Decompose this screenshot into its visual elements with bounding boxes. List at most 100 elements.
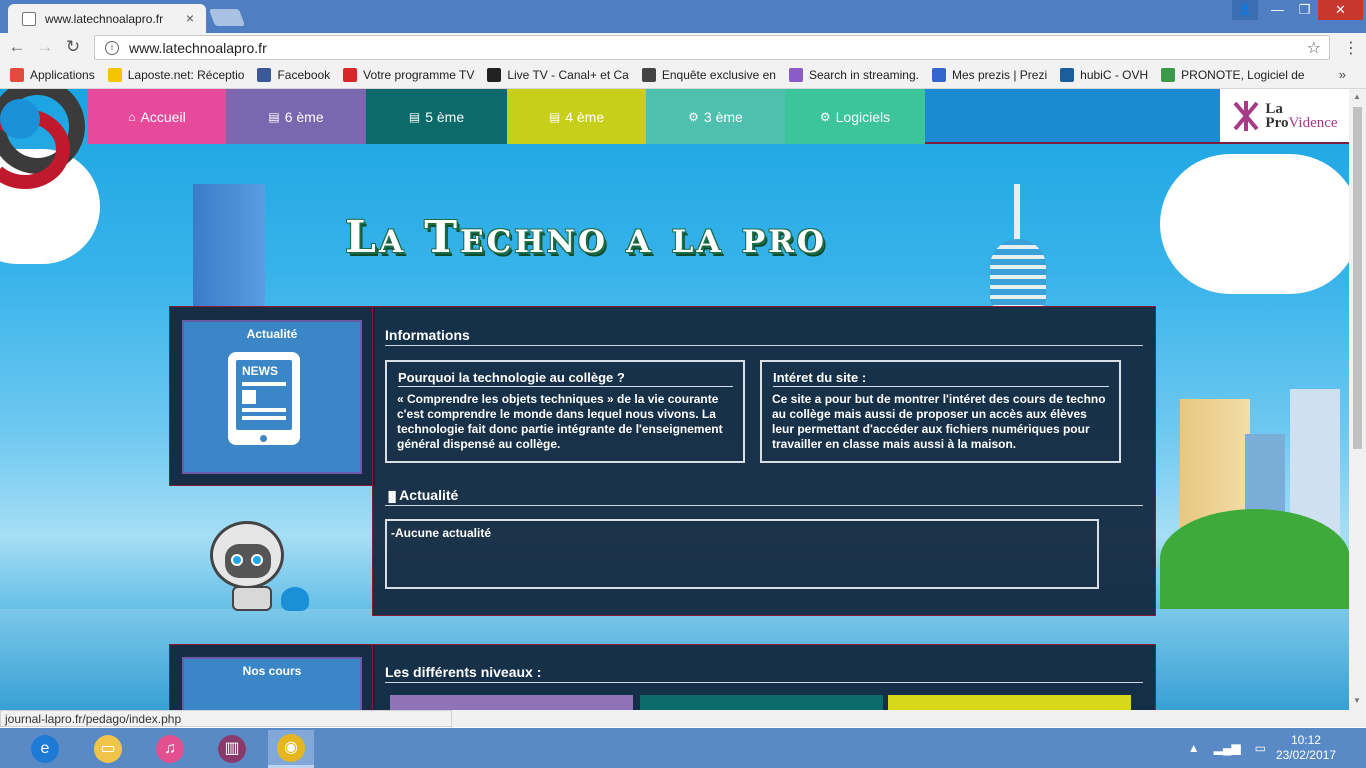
sidebar-panel-cours: Nos cours <box>169 644 375 710</box>
la-providence-logo[interactable]: La ProVidence <box>1220 89 1349 144</box>
bookmark-favicon-icon <box>10 68 24 82</box>
itunes-icon: ♫ <box>156 735 184 763</box>
site-nav-item[interactable]: ▤ 4 ème <box>507 89 646 144</box>
gears-icon: ⚙ <box>688 109 699 124</box>
actualite-content: -Aucune actualité <box>385 519 1099 589</box>
providence-cross-icon <box>1231 99 1261 133</box>
bookmark-favicon-icon <box>1161 68 1176 82</box>
network-icon[interactable]: ▂▄▆ <box>1214 741 1241 755</box>
internet-explorer-icon: e <box>31 735 59 763</box>
page-viewport: ⌂ Accueil ▤ 6 ème ▤ 5 ème ▤ 4 ème ⚙ 3 ème ⚙ Logicie… <box>0 89 1349 710</box>
show-hidden-icons-icon[interactable]: ▲ <box>1188 741 1200 755</box>
taskbar-winrar-button[interactable]: ▥ <box>209 730 255 768</box>
clock-date: 23/02/2017 <box>1275 748 1336 762</box>
book-icon: ▤ <box>548 109 561 124</box>
site-nav: ⌂ Accueil ▤ 6 ème ▤ 5 ème ▤ 4 ème ⚙ 3 ème ⚙ Logicie… <box>88 89 1349 144</box>
scrollbar-thumb[interactable] <box>1353 107 1362 449</box>
bookmark-item[interactable]: Facebook <box>257 68 330 82</box>
news-tablet-icon: NEWS <box>228 352 300 445</box>
actualite-text: -Aucune actualité <box>391 526 492 540</box>
taskbar-file-explorer-button[interactable]: ▭ <box>85 730 131 768</box>
robot-waving-hand-icon <box>281 587 309 611</box>
site-nav-label: 3 ème <box>703 108 743 125</box>
bookmark-item[interactable]: Laposte.net: Réceptio <box>107 68 245 82</box>
clock[interactable]: 10:12 23/02/2017 <box>1276 733 1336 763</box>
bookmarks-bar: Applications Laposte.net: Réceptio Faceboo… <box>0 62 1366 89</box>
bookmark-label: Applications <box>30 68 95 82</box>
page-favicon-icon <box>22 11 36 26</box>
site-info-icon[interactable]: i <box>105 40 119 55</box>
cloud-right-2 <box>1240 184 1349 264</box>
site-nav-item[interactable]: ▤ 6 ème <box>226 89 366 144</box>
home-icon: ⌂ <box>128 109 136 124</box>
vertical-scrollbar[interactable]: ▲ ▼ <box>1349 89 1366 710</box>
back-button[interactable]: ← <box>6 36 28 58</box>
logo-gear-blue-icon <box>0 99 40 139</box>
bookmark-favicon-icon <box>641 68 656 82</box>
site-nav-label: 5 ème <box>425 108 465 125</box>
bookmark-label: Votre programme TV <box>363 68 475 82</box>
tab-title: www.latechnoalapro.fr <box>45 11 164 26</box>
level-tile-6eme[interactable] <box>390 695 633 710</box>
minimize-button[interactable]: — <box>1264 0 1291 20</box>
bookmark-item[interactable]: PRONOTE, Logiciel de <box>1161 68 1305 82</box>
close-window-button[interactable]: ✕ <box>1318 0 1363 20</box>
tab-close-icon[interactable]: × <box>186 10 194 26</box>
info-box-interet-title: Intéret du site : <box>773 370 1109 387</box>
taskbar-chrome-button[interactable]: ◉ <box>268 730 314 768</box>
nos-cours-card[interactable]: Nos cours <box>182 657 362 710</box>
bookmark-favicon-icon <box>343 68 358 82</box>
informations-panel: Informations Pourquoi la technologie au … <box>372 306 1156 616</box>
sidebar-panel-news: Actualité NEWS <box>169 306 375 486</box>
actualite-card[interactable]: Actualité NEWS <box>182 320 362 474</box>
level-tile-4eme[interactable] <box>888 695 1131 710</box>
system-tray: ▲ ▂▄▆ ▭ 10:12 23/02/2017 <box>1188 728 1366 768</box>
site-nav-item[interactable]: ⚙ Logiciels <box>785 89 925 144</box>
browser-menu-icon[interactable]: ⋮ <box>1343 38 1359 58</box>
site-nav-label: 6 ème <box>284 108 324 125</box>
bookmark-favicon-icon <box>788 68 803 82</box>
window-controls: — ❐ ✕ <box>1264 0 1363 20</box>
site-nav-item[interactable]: ⚙ 3 ème <box>646 89 785 144</box>
bookmark-item[interactable]: Live TV - Canal+ et Ca <box>487 68 629 82</box>
info-box-pourquoi: Pourquoi la technologie au collège ? « C… <box>385 360 745 463</box>
bookmark-favicon-icon <box>487 68 502 82</box>
address-url[interactable]: www.latechnoalapro.fr <box>129 40 267 56</box>
taskbar-internet-explorer-button[interactable]: e <box>22 730 68 768</box>
bookmark-favicon-icon <box>257 68 272 82</box>
site-nav-item[interactable]: ⌂ Accueil <box>88 89 226 144</box>
bookmark-item[interactable]: Applications <box>10 68 95 82</box>
new-tab-button[interactable] <box>208 9 246 26</box>
restore-button[interactable]: ❐ <box>1291 0 1318 20</box>
bookmark-item[interactable]: Search in streaming. <box>788 68 919 82</box>
site-nav-item[interactable]: ▤ 5 ème <box>366 89 507 144</box>
bookmarks-overflow-button[interactable]: » <box>1339 67 1346 82</box>
robot-mascot <box>210 521 284 589</box>
address-bar[interactable]: i www.latechnoalapro.fr ☆ <box>94 35 1330 60</box>
horizontal-scrollbar[interactable] <box>452 710 1366 727</box>
bookmark-item[interactable]: Votre programme TV <box>343 68 474 82</box>
robot-body <box>232 586 272 611</box>
providence-wordmark: La ProVidence <box>1265 100 1338 131</box>
level-tile-5eme[interactable] <box>640 695 883 710</box>
actualite-card-title: Actualité <box>246 327 298 341</box>
bookmark-label: Laposte.net: Réceptio <box>127 68 245 82</box>
file-explorer-icon: ▭ <box>94 735 122 763</box>
info-box-interet-text: Ce site a pour but de montrer l'intéret … <box>772 392 1106 451</box>
bookmark-favicon-icon <box>1060 68 1075 82</box>
reload-button[interactable]: ↻ <box>62 36 84 58</box>
notification-icon[interactable]: ▭ <box>1255 741 1266 755</box>
taskbar-itunes-button[interactable]: ♫ <box>147 730 193 768</box>
bookmark-label: Search in streaming. <box>808 68 919 82</box>
bookmark-star-icon[interactable]: ☆ <box>1307 38 1321 58</box>
bookmark-item[interactable]: Mes prezis | Prezi <box>932 68 1047 82</box>
bookmark-item[interactable]: Enquête exclusive en <box>641 68 776 82</box>
forward-button[interactable]: → <box>34 36 56 58</box>
profile-icon[interactable]: 👤 <box>1232 0 1258 20</box>
bookmark-item[interactable]: hubiC - OVH <box>1060 68 1148 82</box>
site-title: La Techno a la pro <box>345 212 827 263</box>
browser-tab[interactable]: www.latechnoalapro.fr × <box>8 4 206 33</box>
tab-bar: www.latechnoalapro.fr × 👤 — ❐ ✕ <box>0 0 1366 33</box>
bookmark-favicon-icon <box>107 68 122 82</box>
building-left <box>193 184 265 314</box>
